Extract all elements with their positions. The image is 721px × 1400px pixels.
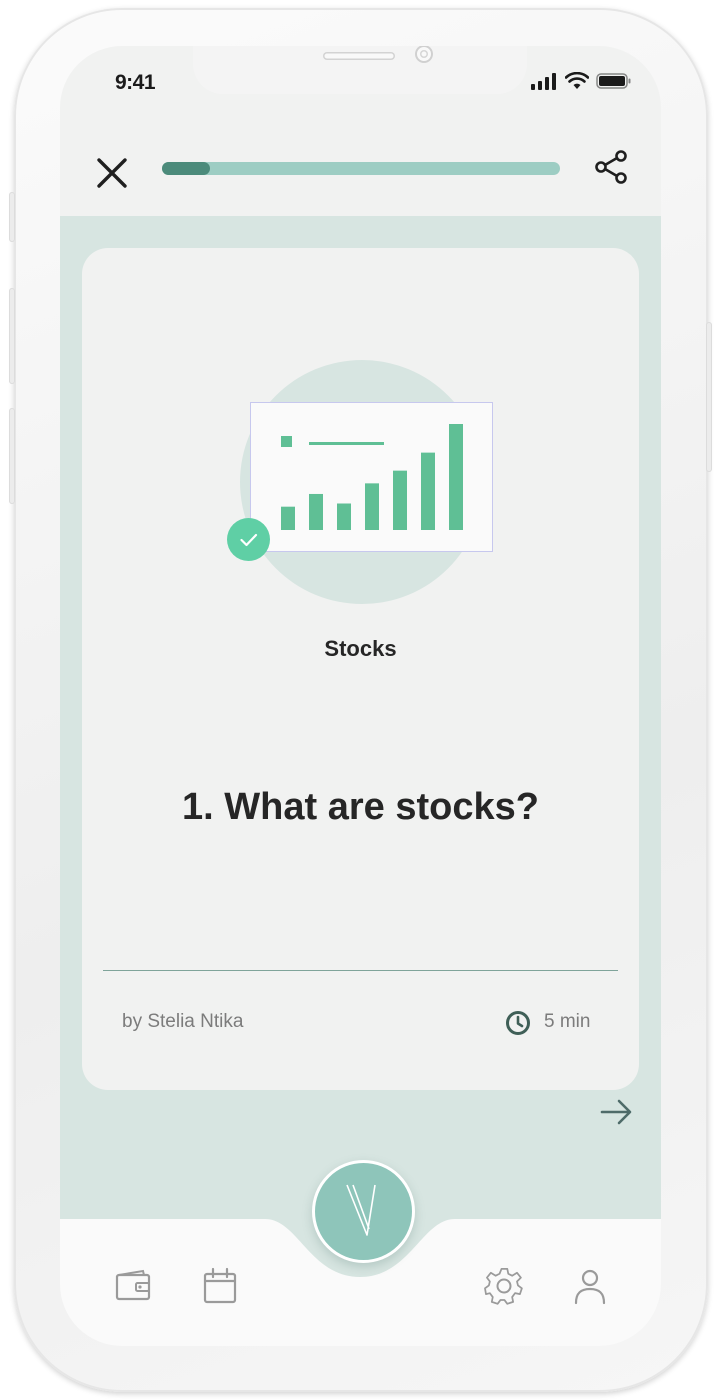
status-time: 9:41 [115,71,156,94]
illustration-bar [309,493,323,530]
volume-up-button [9,288,15,384]
illustration-bar [393,470,407,530]
check-icon [240,533,258,547]
illustration-bar [421,452,435,530]
clock-icon [506,1011,530,1035]
lesson-title: 1. What are stocks? [182,786,539,828]
status-icons [530,72,632,90]
illustration-bar [337,503,351,530]
power-button [706,322,712,472]
illustration-bar [365,483,379,530]
arrow-right-icon [600,1099,632,1125]
duration-label: 5 min [544,1011,591,1032]
close-icon [97,158,127,188]
illustration-bars [281,424,463,530]
lesson-progress-fill [162,162,210,175]
wifi-icon [565,72,589,89]
lesson-progress-bar [162,162,560,175]
mute-switch [9,192,15,242]
volume-down-button [9,408,15,504]
card-divider [103,970,618,971]
home-logo-button[interactable] [312,1160,415,1263]
share-button[interactable] [593,149,629,185]
lesson-card[interactable]: Stocks 1. What are stocks? by Stelia Nti… [82,248,639,1090]
speaker [323,52,395,60]
legend-square [281,436,292,447]
author-label: by Stelia Ntika [122,1011,244,1032]
cellular-signal-icon [531,73,556,90]
camera [415,46,433,63]
lesson-content-area: Stocks 1. What are stocks? by Stelia Nti… [60,216,661,1219]
screen: 9:41 Stocks 1. What are stocks? by Steli… [60,46,661,1346]
top-bar [60,141,661,216]
next-button[interactable] [598,1094,634,1130]
illustration-bar [281,506,295,530]
category-label: Stocks [324,636,397,661]
battery-icon [596,73,631,89]
close-button[interactable] [94,155,130,191]
notch [193,46,527,94]
logo-icon [346,1184,376,1236]
share-icon [595,150,627,184]
illustration-bar [449,424,463,530]
bar-chart-illustration [250,402,493,552]
legend-line [309,442,384,445]
check-badge [227,518,270,561]
